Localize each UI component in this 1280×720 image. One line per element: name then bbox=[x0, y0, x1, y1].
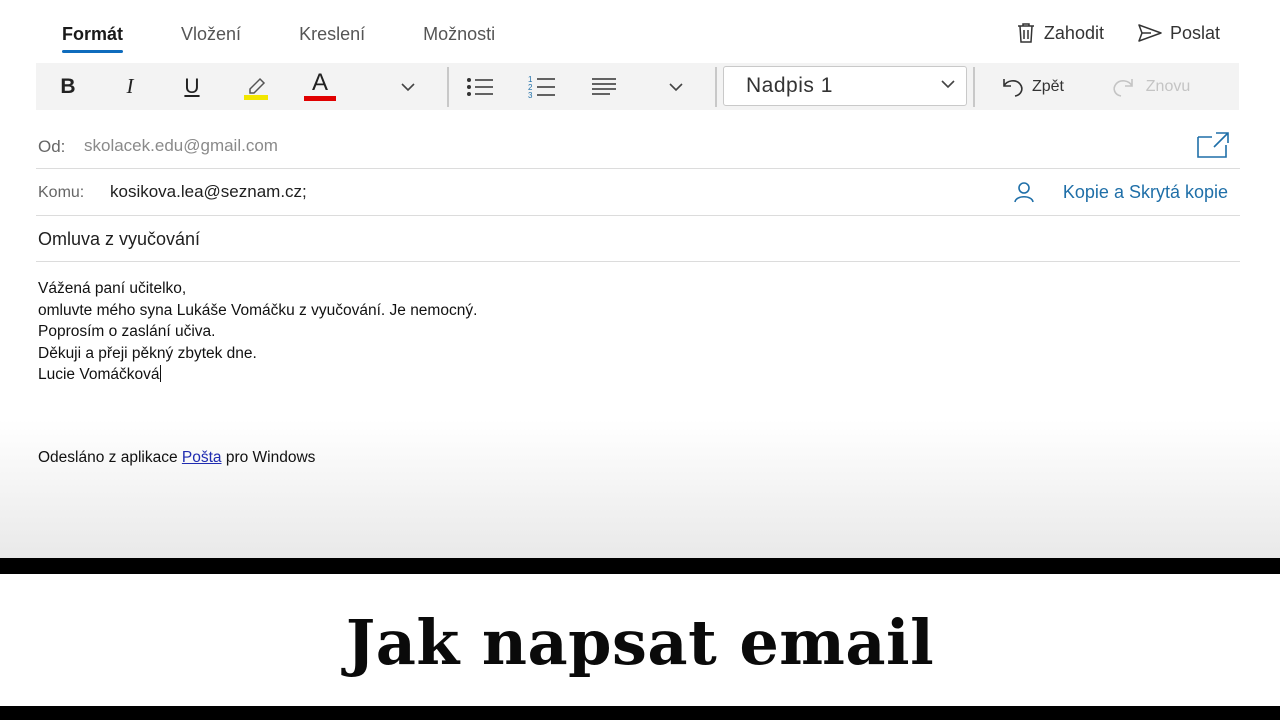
numbering-button[interactable]: 1 2 3 bbox=[524, 63, 560, 110]
cc-bcc-link[interactable]: Kopie a Skrytá kopie bbox=[1013, 181, 1228, 203]
banner-top-bar bbox=[0, 558, 1280, 574]
send-button[interactable]: Poslat bbox=[1138, 23, 1220, 44]
highlight-button[interactable] bbox=[236, 63, 276, 110]
more-font-options-button[interactable] bbox=[394, 63, 422, 110]
tab-insert[interactable]: Vložení bbox=[181, 24, 241, 53]
top-actions: Zahodit Poslat bbox=[982, 22, 1220, 44]
bold-label: B bbox=[60, 74, 76, 98]
signature-prefix: Odesláno z aplikace bbox=[38, 449, 182, 466]
banner-title: Jak napsat email bbox=[345, 605, 935, 679]
toolbar-divider bbox=[715, 67, 717, 107]
to-label: Komu: bbox=[38, 184, 85, 201]
redo-button[interactable]: Znovu bbox=[1102, 63, 1198, 110]
underline-label: U bbox=[184, 74, 200, 98]
toolbar-divider bbox=[447, 67, 449, 107]
from-field[interactable]: skolacek.edu@gmail.com bbox=[84, 136, 278, 156]
send-label: Poslat bbox=[1169, 22, 1220, 43]
undo-button[interactable]: Zpět bbox=[990, 63, 1074, 110]
trash-icon bbox=[1017, 23, 1034, 43]
redo-label: Znovu bbox=[1145, 77, 1191, 95]
person-icon bbox=[1014, 182, 1034, 203]
cc-bcc-label: Kopie a Skrytá kopie bbox=[1062, 181, 1228, 202]
pop-out-icon[interactable] bbox=[1196, 131, 1230, 159]
discard-button[interactable]: Zahodit bbox=[1016, 22, 1104, 44]
body-line: Lucie Vomáčková bbox=[38, 366, 160, 383]
italic-button[interactable]: I bbox=[112, 63, 148, 110]
underline-button[interactable]: U bbox=[174, 63, 210, 110]
send-icon bbox=[1138, 24, 1162, 42]
numbered-list-icon: 1 2 3 bbox=[528, 75, 555, 100]
mail-compose-window: Formát Vložení Kreslení Možnosti Zahodit… bbox=[0, 0, 1280, 558]
body-line: Děkuji a přeji pěkný zbytek dne. bbox=[38, 344, 257, 362]
font-color-icon: A bbox=[304, 69, 336, 101]
tab-format[interactable]: Formát bbox=[62, 24, 124, 53]
to-field[interactable]: kosikova.lea@seznam.cz; bbox=[110, 182, 307, 202]
posta-link[interactable]: Pošta bbox=[182, 449, 222, 466]
body-line: Poprosím o zaslání učiva. bbox=[38, 323, 216, 340]
ribbon-tabs: Formát Vložení Kreslení Možnosti bbox=[62, 24, 553, 53]
redo-icon bbox=[1113, 78, 1133, 97]
font-color-letter: A bbox=[311, 69, 328, 96]
text-caret bbox=[159, 365, 161, 382]
subject-row: Omluva z vyučování bbox=[36, 216, 1240, 262]
discard-label: Zahodit bbox=[1043, 22, 1104, 43]
from-label: Od: bbox=[38, 137, 66, 156]
tab-draw[interactable]: Kreslení bbox=[299, 24, 365, 53]
undo-icon bbox=[1003, 78, 1023, 97]
body-line-last: Lucie Vomáčková bbox=[38, 364, 477, 386]
banner-bottom-bar bbox=[0, 706, 1280, 720]
bulleted-list-icon bbox=[467, 77, 493, 96]
chevron-down-icon bbox=[941, 80, 955, 89]
more-paragraph-options-button[interactable] bbox=[662, 63, 690, 110]
bullets-button[interactable] bbox=[462, 63, 498, 110]
paragraph-style-value: Nadpis 1 bbox=[746, 74, 833, 97]
highlighter-icon bbox=[244, 77, 268, 100]
svg-text:3: 3 bbox=[528, 91, 533, 100]
signature: Odesláno z aplikace Pošta pro Windows bbox=[38, 449, 315, 467]
align-left-icon bbox=[592, 77, 616, 95]
body-line: omluvte mého syna Lukáše Vomáčku z vyučo… bbox=[38, 301, 478, 319]
font-color-swatch bbox=[304, 96, 336, 101]
tab-options[interactable]: Možnosti bbox=[423, 24, 495, 53]
from-row: Od: skolacek.edu@gmail.com bbox=[36, 122, 1240, 169]
font-color-button[interactable]: A bbox=[300, 63, 340, 110]
undo-label: Zpět bbox=[1031, 77, 1064, 95]
to-row: Komu: kosikova.lea@seznam.cz; Kopie a Sk… bbox=[36, 169, 1240, 216]
paragraph-style-select[interactable]: Nadpis 1 bbox=[723, 66, 967, 106]
chevron-down-icon bbox=[401, 82, 415, 91]
toolbar-divider bbox=[973, 67, 975, 107]
subject-field[interactable]: Omluva z vyučování bbox=[38, 229, 200, 250]
title-banner: Jak napsat email bbox=[0, 574, 1280, 706]
bold-button[interactable]: B bbox=[50, 63, 86, 110]
message-body[interactable]: Vážená paní učitelko, omluvte mého syna … bbox=[38, 278, 477, 386]
format-toolbar: B I U A 1 2 3 Nadpis 1 Zpět Znovu bbox=[36, 63, 1239, 110]
signature-suffix: pro Windows bbox=[221, 449, 316, 466]
chevron-down-icon bbox=[669, 82, 683, 91]
italic-label: I bbox=[126, 74, 134, 98]
body-line: Vážená paní učitelko, bbox=[38, 280, 187, 297]
align-button[interactable] bbox=[586, 63, 622, 110]
